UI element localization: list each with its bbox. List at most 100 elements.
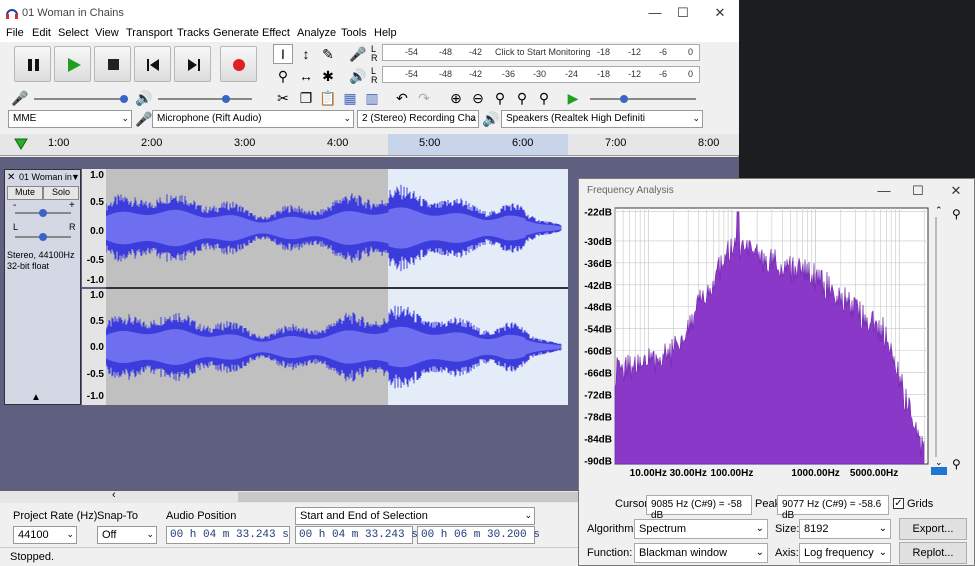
- amplitude-scale-right[interactable]: 1.0 0.5 0.0 -0.5 -1.0: [82, 289, 106, 405]
- paste-icon[interactable]: 📋: [318, 88, 338, 108]
- track-control-panel[interactable]: ✕ 01 Woman in ▼ Mute Solo - + L R Stereo…: [4, 169, 81, 405]
- zoom-toggle-icon[interactable]: ⚲: [534, 88, 554, 108]
- selection-mode-select[interactable]: Start and End of Selection ⌄: [295, 507, 535, 525]
- pin-playhead-icon[interactable]: [14, 137, 28, 151]
- axis-select[interactable]: Log frequency ⌄: [799, 543, 891, 563]
- play-button[interactable]: [54, 46, 91, 82]
- playback-device-select[interactable]: Speakers (Realtek High Definiti ⌄: [501, 110, 703, 128]
- spectrum-plot[interactable]: -22dB -30dB -36dB -42dB -48dB -54dB -60dB -66dB…: [579, 203, 975, 483]
- freq-minimize-button[interactable]: —: [869, 182, 899, 200]
- skip-end-button[interactable]: [174, 46, 211, 82]
- copy-icon[interactable]: ❐: [296, 88, 316, 108]
- play-at-speed-icon[interactable]: ▶: [563, 88, 583, 108]
- mic-volume-thumb[interactable]: [120, 95, 128, 103]
- maximize-button[interactable]: ☐: [668, 4, 698, 22]
- speaker-volume-slider[interactable]: [158, 98, 252, 100]
- menu-select[interactable]: Select: [58, 27, 89, 39]
- close-button[interactable]: ✕: [705, 4, 735, 22]
- pause-button[interactable]: [14, 46, 51, 82]
- menu-generate[interactable]: Generate: [213, 27, 259, 39]
- menu-edit[interactable]: Edit: [32, 27, 51, 39]
- timeline-ruler[interactable]: 1:00 2:00 3:00 4:00 5:00 6:00 7:00 8:00: [0, 134, 739, 156]
- envelope-tool-icon[interactable]: ↕: [296, 44, 316, 64]
- scroll-down-icon[interactable]: ⌄: [935, 457, 943, 468]
- audio-position-field[interactable]: 00 h 04 m 33.243 s: [166, 526, 290, 544]
- zoom-out-icon[interactable]: ⊖: [468, 88, 488, 108]
- minimize-button[interactable]: —: [640, 4, 670, 22]
- zoom-in-magnifier-icon[interactable]: ⚲: [952, 207, 961, 221]
- menu-tracks[interactable]: Tracks: [177, 27, 210, 39]
- speaker-volume-thumb[interactable]: [222, 95, 230, 103]
- algorithm-select[interactable]: Spectrum ⌄: [634, 519, 768, 539]
- export-button[interactable]: Export...: [899, 518, 967, 540]
- selection-tool-icon[interactable]: I: [273, 44, 293, 64]
- menu-tools[interactable]: Tools: [341, 27, 367, 39]
- stop-button[interactable]: [94, 46, 131, 82]
- play-meter[interactable]: -54 -48 -42 -36 -30 -24 -18 -12 -6 0: [382, 66, 700, 83]
- waveform-right-channel[interactable]: [106, 289, 568, 405]
- mic-volume-slider[interactable]: [34, 98, 128, 100]
- close-track-icon[interactable]: ✕: [7, 172, 15, 183]
- audio-host-select[interactable]: MME ⌄: [8, 110, 132, 128]
- freq-close-button[interactable]: ✕: [941, 182, 971, 200]
- monitor-label[interactable]: Click to Start Monitoring: [495, 47, 591, 57]
- collapse-track-icon[interactable]: ▲: [31, 392, 41, 403]
- track-menu-chevron-icon[interactable]: ▼: [71, 172, 80, 182]
- multi-tool-icon[interactable]: ✱: [318, 66, 338, 86]
- scale-tick: 0.5: [90, 316, 104, 327]
- vertical-zoom-slider[interactable]: [931, 211, 947, 475]
- amplitude-scale-left[interactable]: 1.0 0.5 0.0 -0.5 -1.0: [82, 169, 106, 287]
- zoom-in-icon[interactable]: ⊕: [446, 88, 466, 108]
- grids-checkbox[interactable]: ✓: [893, 498, 904, 509]
- cut-icon[interactable]: ✂: [273, 88, 293, 108]
- record-meter[interactable]: -54 -48 -42 Click to Start Monitoring -1…: [382, 44, 700, 61]
- menu-effect[interactable]: Effect: [262, 27, 290, 39]
- project-rate-select[interactable]: 44100 ⌄: [13, 526, 77, 544]
- menu-file[interactable]: File: [6, 27, 24, 39]
- pan-thumb[interactable]: [39, 233, 47, 241]
- record-meter-mic-icon[interactable]: 🎤: [348, 44, 368, 64]
- draw-tool-icon[interactable]: ✎: [318, 44, 338, 64]
- scroll-left-icon[interactable]: ‹: [112, 489, 116, 501]
- snap-to-select[interactable]: Off ⌄: [97, 526, 157, 544]
- scroll-up-icon[interactable]: ⌃: [935, 205, 943, 216]
- record-button[interactable]: [220, 46, 257, 82]
- vertical-zoom-thumb[interactable]: [931, 467, 947, 475]
- undo-icon[interactable]: ↶: [392, 88, 412, 108]
- silence-icon[interactable]: ▥: [362, 88, 382, 108]
- recording-channels-select[interactable]: 2 (Stereo) Recording Cha ⌄: [357, 110, 479, 128]
- play-speed-thumb[interactable]: [620, 95, 628, 103]
- menu-transport[interactable]: Transport: [126, 27, 173, 39]
- menu-analyze[interactable]: Analyze: [297, 27, 336, 39]
- menu-help[interactable]: Help: [374, 27, 397, 39]
- waveform-left-channel[interactable]: [106, 169, 568, 287]
- freq-maximize-button[interactable]: ☐: [903, 182, 933, 200]
- selection-start-field[interactable]: 00 h 04 m 33.243 s: [295, 526, 418, 544]
- db-axis-label: -72dB: [584, 391, 612, 402]
- replot-button[interactable]: Replot...: [899, 542, 967, 564]
- gain-thumb[interactable]: [39, 209, 47, 217]
- trim-icon[interactable]: ▦: [340, 88, 360, 108]
- size-select[interactable]: 8192 ⌄: [799, 519, 891, 539]
- fit-selection-icon[interactable]: ⚲: [490, 88, 510, 108]
- db-axis-label: -60dB: [584, 347, 612, 358]
- play-meter-speaker-icon[interactable]: 🔊: [348, 66, 368, 86]
- redo-icon[interactable]: ↷: [414, 88, 434, 108]
- function-select[interactable]: Blackman window ⌄: [634, 543, 768, 563]
- selection-end-field[interactable]: 00 h 06 m 30.200 s: [417, 526, 540, 544]
- track-name[interactable]: 01 Woman in: [19, 172, 79, 182]
- recording-device-select[interactable]: Microphone (Rift Audio) ⌄: [152, 110, 354, 128]
- hz-axis-label: 100.00Hz: [711, 468, 754, 479]
- rec-tick: -18: [597, 47, 611, 57]
- mute-button[interactable]: Mute: [7, 186, 43, 200]
- zoom-out-magnifier-icon[interactable]: ⚲: [952, 457, 961, 471]
- timeshift-tool-icon[interactable]: ↔: [296, 66, 316, 86]
- fit-project-icon[interactable]: ⚲: [512, 88, 532, 108]
- skip-start-button[interactable]: [134, 46, 171, 82]
- solo-button[interactable]: Solo: [43, 186, 79, 200]
- menu-view[interactable]: View: [95, 27, 119, 39]
- hz-axis-label: 5000.00Hz: [850, 468, 898, 479]
- play-speed-slider[interactable]: [590, 98, 696, 100]
- play-tick: -6: [659, 69, 668, 79]
- zoom-tool-icon[interactable]: ⚲: [273, 66, 293, 86]
